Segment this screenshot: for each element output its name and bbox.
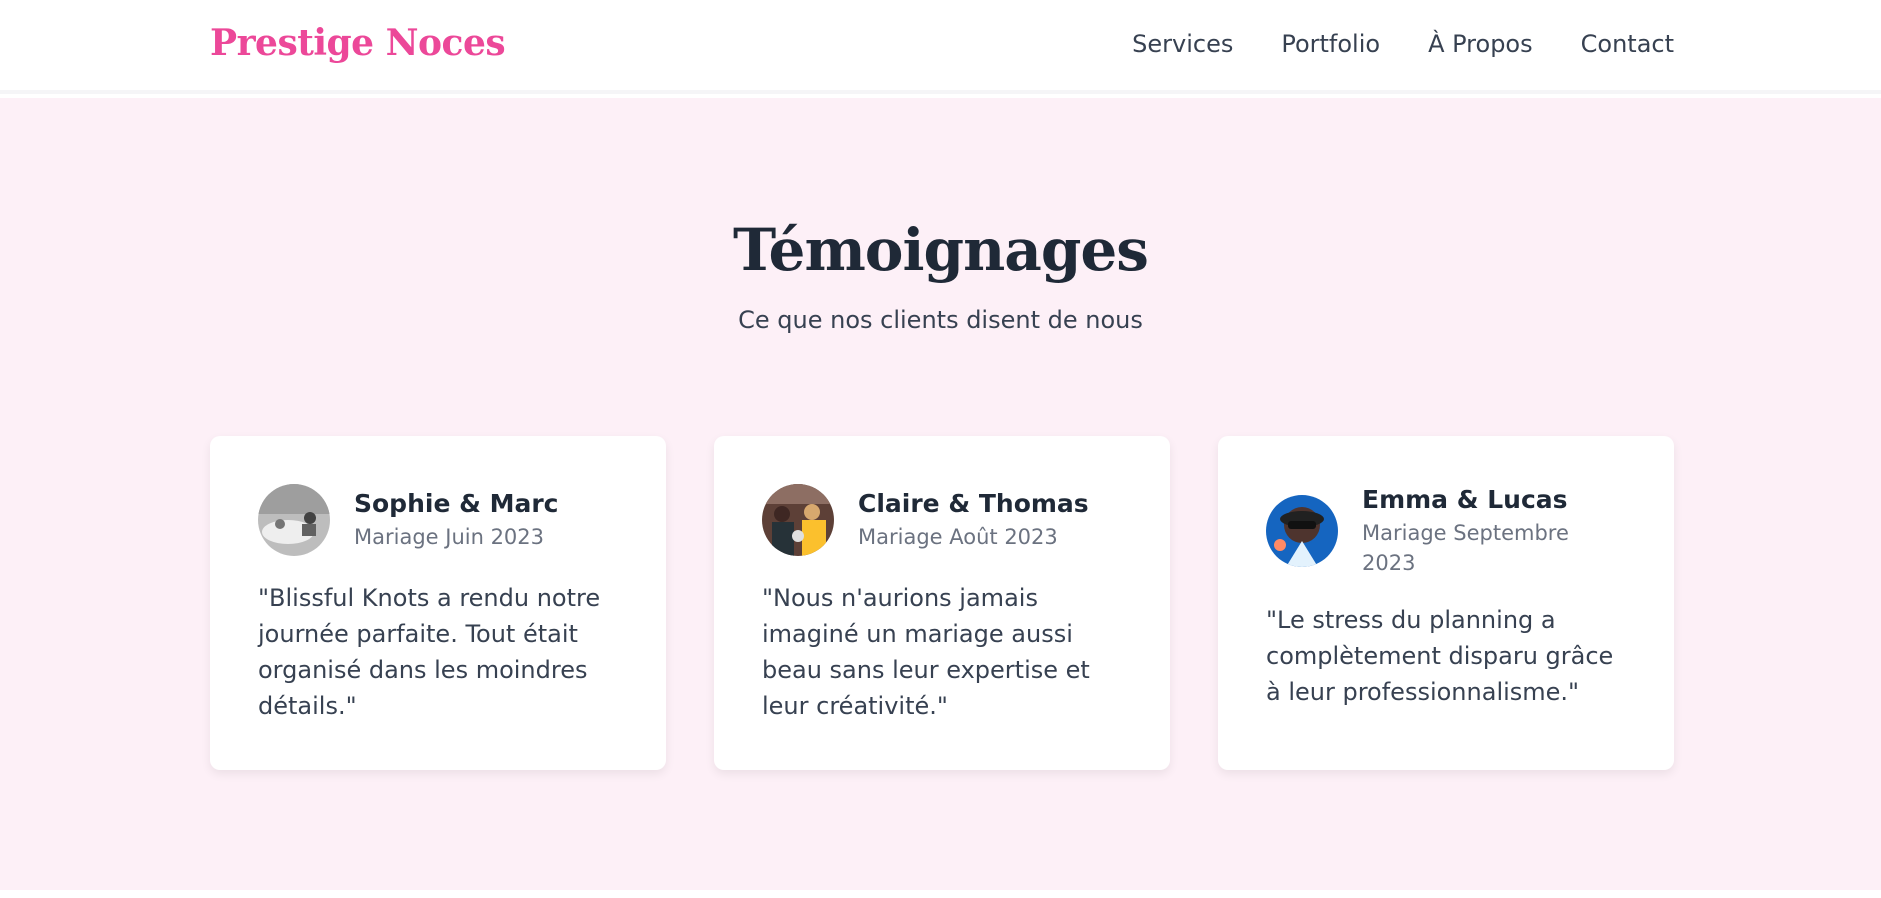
- card-meta: Emma & Lucas Mariage Septembre 2023: [1362, 484, 1592, 578]
- testimonials-section: Témoignages Ce que nos clients disent de…: [0, 98, 1881, 890]
- testimonial-quote: "Blissful Knots a rendu notre journée pa…: [258, 584, 601, 720]
- section-title: Témoignages: [733, 216, 1149, 284]
- testimonial-quote: "Nous n'aurions jamais imaginé un mariag…: [762, 584, 1090, 720]
- nav-link-contact[interactable]: Contact: [1581, 30, 1674, 58]
- testimonial-card: Sophie & Marc Mariage Juin 2023 "Blissfu…: [210, 436, 666, 770]
- nav-link-services[interactable]: Services: [1132, 30, 1233, 58]
- testimonial-cards: Sophie & Marc Mariage Juin 2023 "Blissfu…: [210, 436, 1674, 770]
- wedding-date: Mariage Août 2023: [858, 525, 1058, 549]
- couple-name: Claire & Thomas: [858, 489, 1089, 518]
- logo[interactable]: Prestige Noces: [210, 22, 506, 64]
- testimonial-card: Emma & Lucas Mariage Septembre 2023 "Le …: [1218, 436, 1674, 770]
- wedding-date: Mariage Septembre 2023: [1362, 521, 1569, 575]
- nav-link-portfolio[interactable]: Portfolio: [1281, 30, 1380, 58]
- card-meta: Claire & Thomas Mariage Août 2023: [858, 488, 1089, 552]
- site-header: Prestige Noces Services Portfolio À Prop…: [0, 0, 1881, 94]
- wedding-date: Mariage Juin 2023: [354, 525, 545, 549]
- avatar: [1266, 495, 1338, 567]
- card-header: Sophie & Marc Mariage Juin 2023: [258, 484, 618, 556]
- card-meta: Sophie & Marc Mariage Juin 2023: [354, 488, 559, 552]
- main-nav: Services Portfolio À Propos Contact: [1132, 30, 1674, 58]
- nav-link-about[interactable]: À Propos: [1428, 30, 1533, 58]
- avatar: [258, 484, 330, 556]
- couple-name: Sophie & Marc: [354, 489, 559, 518]
- avatar: [762, 484, 834, 556]
- couple-name: Emma & Lucas: [1362, 485, 1568, 514]
- section-subtitle: Ce que nos clients disent de nous: [738, 306, 1143, 334]
- card-header: Emma & Lucas Mariage Septembre 2023: [1266, 484, 1626, 578]
- card-header: Claire & Thomas Mariage Août 2023: [762, 484, 1122, 556]
- testimonial-quote: "Le stress du planning a complètement di…: [1266, 606, 1614, 706]
- testimonial-card: Claire & Thomas Mariage Août 2023 "Nous …: [714, 436, 1170, 770]
- page-bottom-edge: [0, 890, 1881, 898]
